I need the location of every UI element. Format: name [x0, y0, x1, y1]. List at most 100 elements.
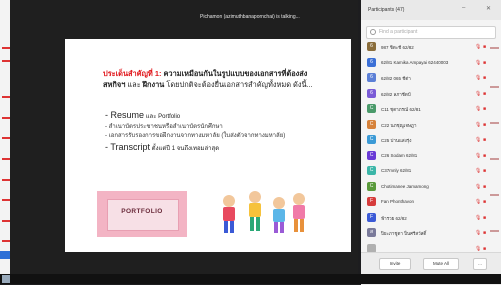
taskbar-window-button[interactable] [0, 251, 10, 259]
participant-name: ฟ้ารวย 62/82 [381, 215, 407, 221]
participant-row[interactable]: 6 987 ชิตะชี 62/82 🎙 ■ [361, 40, 501, 54]
participant-name: 987 ชิตะชี 62/82 [381, 45, 414, 50]
list-marker [490, 194, 499, 196]
participant-name: C26 Sodam 62/81 [381, 152, 418, 158]
active-speaker-banner: Pichamon (azimuthbanapornchai) is talkin… [200, 14, 300, 20]
slide-heading: ประเด็นสำคัญที่ 1: ความเหมือนกันในรูปแบบ… [103, 68, 348, 90]
participant-row[interactable]: C C25 ปานแสงรุ่ง 🎙 ■ [361, 133, 501, 147]
background-window-strip-right [486, 0, 501, 284]
participant-name: 62/82 065 ชีด่า [381, 76, 411, 81]
list-marker [2, 47, 10, 49]
mute-all-button[interactable]: Mute All [423, 258, 459, 270]
list-marker [490, 158, 499, 160]
more-button[interactable]: ... [473, 258, 487, 270]
avatar: 6 [367, 42, 376, 51]
heading-line2-normal: โดยปกติจะต้องยื่นเอกสารสำคัญทั้งหมด ดังน… [164, 80, 313, 89]
avatar: C [367, 135, 376, 144]
taskbar [0, 274, 501, 284]
participant-name: ปิยะภาชูดา ปิ่นศรีสวัสดิ์ [381, 231, 427, 236]
mic-muted-icon[interactable]: 🎙 [475, 60, 481, 66]
participant-name: C22 นภชุณูเจษฎา [381, 122, 417, 128]
search-icon [370, 29, 376, 35]
participant-name: C11 ชุดาภรณ์ 62/81 [381, 107, 421, 112]
slide-bullets: - Resume และ Portfolio - สำเนาบัตรประชาช… [105, 109, 345, 155]
avatar: ส [367, 228, 376, 237]
participant-name: Chotimanee Jamamong [381, 183, 429, 189]
mic-muted-icon[interactable]: 🎙 [475, 122, 481, 128]
list-marker [490, 230, 499, 232]
avatar: C [367, 150, 376, 160]
mic-muted-icon[interactable]: 🎙 [475, 215, 481, 221]
mic-muted-icon[interactable]: 🎙 [475, 106, 481, 112]
start-icon[interactable] [2, 275, 10, 283]
bullet-item: - Resume และ Portfolio [105, 110, 181, 120]
panel-title: Participants (47) [368, 7, 405, 13]
background-window-strip [0, 0, 10, 284]
participant-row[interactable]: C C11 ชุดาภรณ์ 62/81 🎙 ■ [361, 102, 501, 116]
participant-name: 62/82 ลภาชีดป์ [381, 91, 411, 97]
mic-muted-icon[interactable]: 🎙 [475, 44, 481, 50]
list-marker [490, 47, 499, 49]
heading-line2-bold: สหกิจฯ [103, 80, 126, 89]
avatar: C [367, 119, 376, 129]
avatar: C [367, 166, 376, 175]
list-marker [490, 86, 499, 88]
list-marker [2, 199, 10, 201]
participant-row[interactable]: C C37mnly 62/81 🎙 ■ [361, 164, 501, 178]
portfolio-word: PORTFOLIO [121, 208, 163, 215]
shared-slide: ประเด็นสำคัญที่ 1: ความเหมือนกันในรูปแบบ… [65, 39, 351, 252]
participant-name: 62/81 Kamika Ampayai 62440003 [381, 59, 449, 65]
participant-row[interactable]: 6 62/81 Kamika Ampayai 62440003 🎙 ■ [361, 56, 501, 70]
paper-sheet [107, 199, 179, 231]
mic-muted-icon[interactable]: 🎙 [475, 184, 481, 190]
bullet-item: - เอกสารรับรองการขอฝึกงานจากทางมหาลัย (ใ… [105, 133, 286, 139]
list-marker [2, 179, 10, 181]
participant-row[interactable]: 6 62/82 ลภาชีดป์ 🎙 ■ [361, 87, 501, 101]
avatar: C [367, 181, 376, 191]
mic-muted-icon[interactable]: 🎙 [475, 168, 481, 174]
participant-row[interactable]: C C22 นภชุณูเจษฎา 🎙 ■ [361, 118, 501, 132]
participant-row[interactable]: C C26 Sodam 62/81 🎙 ■ [361, 149, 501, 163]
search-placeholder: Find a participant [379, 29, 418, 35]
list-marker [2, 158, 10, 160]
participant-row[interactable]: C Chotimanee Jamamong 🎙 ■ [361, 180, 501, 194]
avatar: F [367, 197, 376, 206]
participant-row[interactable]: F ฟ้ารวย 62/82 🎙 ■ [361, 211, 501, 225]
heading-prefix: ประเด็นสำคัญที่ 1: [103, 69, 162, 78]
invite-button[interactable]: Invite [379, 258, 411, 270]
mic-muted-icon[interactable]: 🎙 [475, 153, 481, 159]
avatar: F [367, 212, 376, 222]
participant-name: C25 ปานแสงรุ่ง [381, 138, 412, 143]
bullet-item: - Transcript ตั้งแต่ปี 1 จนถึงเทอมล่าสุด [105, 142, 220, 152]
participant-row[interactable]: 6 62/82 065 ชีด่า 🎙 ■ [361, 71, 501, 85]
list-marker [2, 96, 10, 98]
list-marker [2, 117, 10, 119]
mic-muted-icon[interactable]: 🎙 [475, 137, 481, 143]
participant-search[interactable]: Find a participant [366, 26, 496, 39]
minimize-icon[interactable]: – [462, 5, 465, 11]
list-marker [2, 220, 10, 222]
bullet-item: - สำเนาบัตรประชาชนหรือสำเนาบัตรนักศึกษา [105, 124, 223, 130]
heading-line2-bold2: ฝึกงาน [142, 80, 165, 89]
heading-line2-mid: และ [125, 80, 143, 89]
list-marker [2, 137, 10, 139]
portfolio-illustration: PORTFOLIO [97, 191, 187, 237]
panel-header: Participants (47) – ✕ [361, 0, 501, 20]
avatar: 6 [367, 88, 376, 98]
list-marker [490, 122, 499, 124]
participant-name: C37mnly 62/81 [381, 168, 412, 173]
list-marker [2, 240, 10, 242]
avatar: 6 [367, 73, 376, 82]
participant-row[interactable]: สปิยะภาชูดา ปิ่นศรีสวัสดิ์ 🎙 ■ [361, 226, 501, 240]
heading-bold: ความเหมือนกันในรูปแบบของเอกสารที่ต้องส่ง [163, 69, 308, 78]
mic-muted-icon[interactable]: 🎙 [475, 246, 481, 252]
mic-muted-icon[interactable]: 🎙 [475, 230, 481, 236]
participant-name: Fan Phonthavon [381, 199, 415, 204]
kids-illustration [223, 191, 305, 233]
participant-row[interactable]: F Fan Phonthavon 🎙 ■ [361, 195, 501, 209]
avatar: 6 [367, 57, 376, 67]
participants-panel: Participants (47) – ✕ Find a participant… [361, 0, 501, 285]
mic-muted-icon[interactable]: 🎙 [475, 91, 481, 97]
mic-muted-icon[interactable]: 🎙 [475, 199, 481, 205]
mic-muted-icon[interactable]: 🎙 [475, 75, 481, 81]
